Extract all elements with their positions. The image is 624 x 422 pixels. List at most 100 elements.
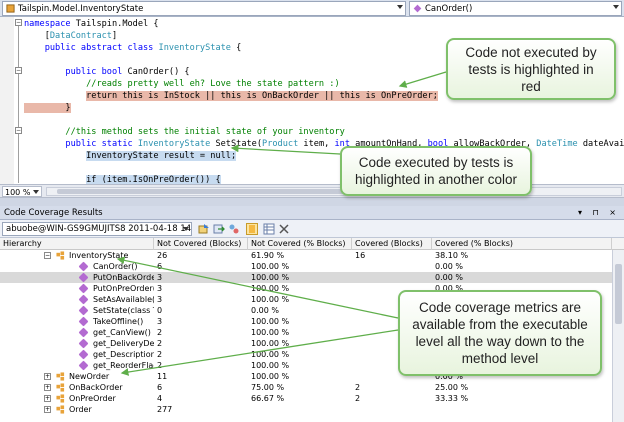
method-icon: [78, 316, 89, 327]
scroll-thumb[interactable]: [615, 264, 622, 324]
code-token: Tailspin.Model {: [75, 19, 159, 29]
code-token: CanOrder() {: [127, 67, 190, 77]
fold-guide: [18, 25, 19, 183]
column-header-hierarchy[interactable]: Hierarchy: [0, 238, 154, 250]
expand-toggle[interactable]: +: [44, 395, 51, 402]
callout-not-executed: Code not executed by tests is highlighte…: [446, 38, 616, 100]
method-icon: [78, 360, 89, 371]
code-token: InventoryState: [137, 139, 211, 149]
expand-toggle[interactable]: +: [44, 406, 51, 413]
chevron-down-icon: [397, 5, 403, 9]
code-token: SetState(: [210, 139, 263, 149]
covered-percent-cell: 0.00 %: [435, 262, 463, 271]
table-row[interactable]: + Order 277: [0, 404, 612, 415]
callout-not-executed-text: Code not executed by tests is highlighte…: [465, 44, 597, 94]
method-icon: [78, 272, 89, 283]
coverage-table-header: Hierarchy Not Covered (Blocks) Not Cover…: [0, 238, 624, 250]
member-combobox-value: CanOrder(): [425, 3, 473, 14]
not-covered-percent-cell: 100.00 %: [251, 295, 290, 304]
import-icon[interactable]: [198, 223, 210, 235]
callout-executed-text: Code executed by tests is highlighted in…: [354, 155, 518, 187]
expand-toggle[interactable]: +: [44, 373, 51, 380]
covered-percent-cell: [432, 404, 612, 415]
expand-toggle[interactable]: +: [44, 384, 51, 391]
hierarchy-name: InventoryState: [69, 251, 129, 260]
editor-gutter: [0, 17, 14, 184]
method-icon: [78, 349, 89, 360]
class-icon: [56, 251, 65, 260]
fold-toggle-canorder[interactable]: −: [15, 67, 22, 74]
code-token: if (item.IsOnPreOrder()) {: [86, 175, 221, 184]
merge-icon[interactable]: [228, 223, 240, 235]
code-line: }: [24, 102, 71, 114]
code-token: }: [24, 103, 71, 113]
not-covered-percent-cell: 61.90 %: [251, 251, 285, 260]
coloring-toggle-icon[interactable]: [246, 223, 258, 235]
vertical-scrollbar[interactable]: [612, 250, 624, 422]
not-covered-blocks-cell: 6: [157, 383, 163, 392]
export-icon[interactable]: [213, 223, 225, 235]
method-icon: [78, 327, 89, 338]
zoom-combobox[interactable]: 100 %: [2, 186, 42, 197]
expand-toggle[interactable]: −: [44, 252, 51, 259]
code-token: public abstract class: [44, 43, 159, 53]
class-icon: [6, 4, 15, 13]
code-token: namespace: [24, 19, 76, 29]
hierarchy-name: OnPreOrder: [69, 394, 116, 403]
not-covered-percent-cell: 75.00 %: [251, 383, 285, 392]
not-covered-blocks-cell: 26: [157, 251, 168, 260]
zoom-value: 100 %: [5, 188, 31, 197]
hierarchy-name: PutOnPreOrder(): [93, 284, 154, 293]
splitter[interactable]: [0, 198, 624, 206]
code-token: public static: [65, 139, 138, 149]
not-covered-blocks-cell: 277: [157, 405, 173, 414]
not-covered-percent-cell: 100.00 %: [251, 372, 290, 381]
code-token: public bool: [65, 67, 128, 77]
column-header-covered-percent[interactable]: Covered (% Blocks): [432, 238, 612, 250]
code-token: ]: [111, 31, 118, 41]
code-line: public static InventoryState SetState(Pr…: [24, 138, 624, 150]
not-covered-blocks-cell: 3: [157, 295, 163, 304]
member-combobox[interactable]: CanOrder(): [409, 1, 622, 16]
column-header-covered-blocks[interactable]: Covered (Blocks): [352, 238, 432, 250]
add-columns-icon[interactable]: [263, 223, 275, 235]
not-covered-blocks-cell: 2: [157, 361, 163, 370]
table-row[interactable]: CanOrder() 6 100.00 % 0.00 %: [0, 261, 612, 272]
code-line: //reads pretty well eh? Love the state p…: [24, 78, 340, 90]
type-combobox[interactable]: Tailspin.Model.InventoryState: [2, 1, 406, 16]
class-icon: [56, 394, 65, 403]
fold-toggle-setstate[interactable]: −: [15, 127, 22, 134]
column-header-not-covered-blocks[interactable]: Not Covered (Blocks): [154, 238, 248, 250]
hierarchy-name: CanOrder(): [93, 262, 138, 271]
horizontal-scrollbar[interactable]: [46, 187, 622, 196]
panel-window-buttons[interactable]: ▾ ⊓ ×: [578, 208, 620, 217]
not-covered-blocks-cell: 11: [157, 372, 168, 381]
not-covered-blocks-cell: 2: [157, 328, 163, 337]
coverage-run-value: abuobe@WIN-GS9GMUJITS8 2011-04-18 14:28: [6, 224, 192, 234]
code-line: namespace Tailspin.Model {: [24, 18, 159, 30]
code-token: {: [230, 43, 242, 53]
code-token: DateTime: [536, 139, 578, 149]
hierarchy-name: get_CanView(): [93, 328, 151, 337]
table-row[interactable]: + OnBackOrder 6 75.00 % 2 25.00 %: [0, 382, 612, 393]
table-row[interactable]: − InventoryState 26 61.90 % 16 38.10 %: [0, 250, 612, 261]
remove-icon[interactable]: [278, 223, 290, 235]
covered-percent-cell: 0.00 %: [435, 273, 463, 282]
method-icon: [78, 294, 89, 305]
fold-toggle-namespace[interactable]: −: [15, 19, 22, 26]
covered-blocks-cell: [352, 272, 432, 283]
coverage-run-combobox[interactable]: abuobe@WIN-GS9GMUJITS8 2011-04-18 14:28: [2, 222, 192, 236]
code-line: return this is InStock || this is OnBack…: [24, 90, 438, 102]
covered-percent-cell: 25.00 %: [435, 383, 469, 392]
class-icon: [56, 405, 65, 414]
callout-executed: Code executed by tests is highlighted in…: [340, 146, 532, 196]
navigation-bar: Tailspin.Model.InventoryState CanOrder(): [0, 0, 624, 17]
table-row[interactable]: PutOnBackOrder()3 100.00 % 0.00 %: [0, 272, 612, 283]
table-row[interactable]: + OnPreOrder 4 66.67 % 2 33.33 %: [0, 393, 612, 404]
column-header-not-covered-percent[interactable]: Not Covered (% Blocks): [248, 238, 352, 250]
covered-percent-cell: 38.10 %: [435, 251, 469, 260]
code-token: DataContract: [49, 31, 112, 41]
